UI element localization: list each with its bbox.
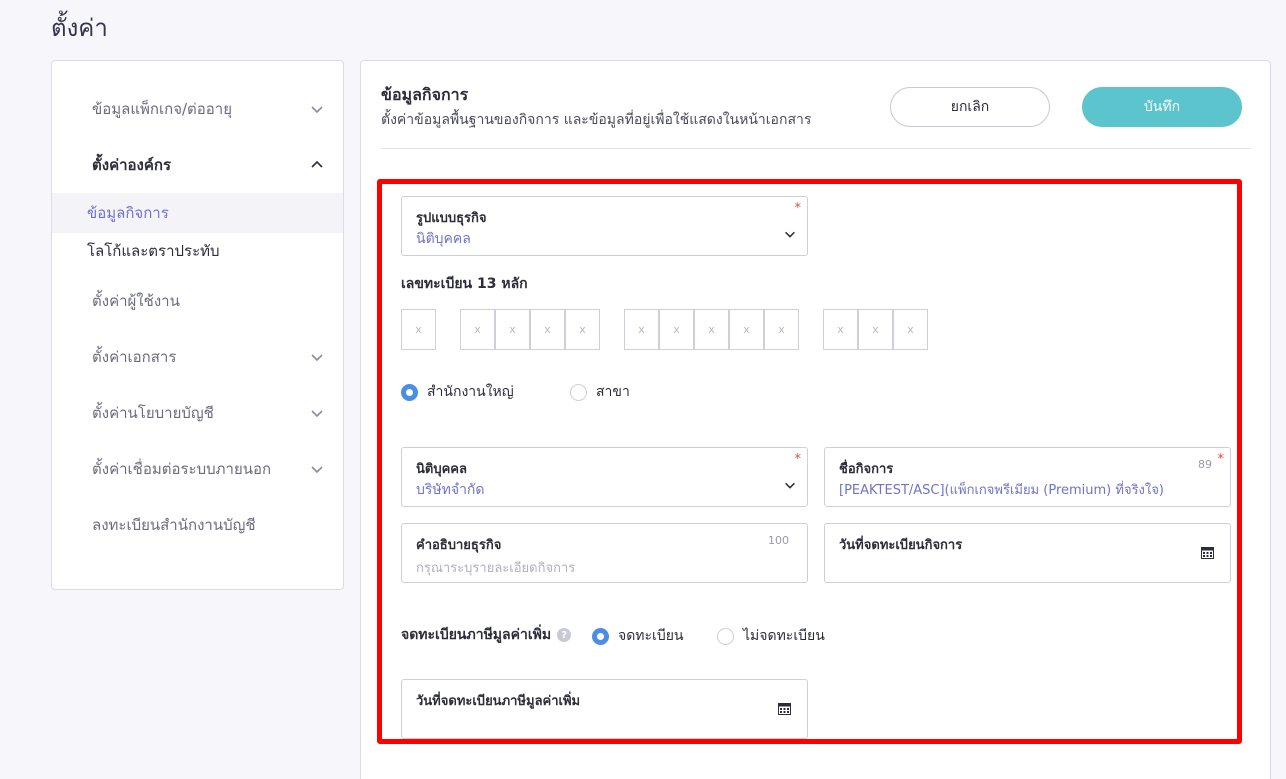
- sidebar-item-business-info[interactable]: ข้อมูลกิจการ: [52, 193, 343, 233]
- chevron-up-icon: [311, 160, 323, 168]
- registration-digit-1[interactable]: x: [401, 309, 436, 350]
- calendar-icon[interactable]: [778, 702, 791, 715]
- sidebar-item-integrations[interactable]: ตั้งค่าเชื่อมต่อระบบภายนอก: [52, 449, 343, 489]
- registration-digit-8[interactable]: x: [694, 309, 729, 350]
- sidebar-item-label: ตั้งค่าเชื่อมต่อระบบภายนอก: [92, 460, 272, 478]
- vat-label-text: จดทะเบียนภาษีมูลค่าเพิ่ม: [401, 627, 552, 643]
- field-placeholder: กรุณาระบุรายละเอียดกิจการ: [416, 561, 576, 576]
- entity-type-select[interactable]: นิติบุคคล * บริษัทจำกัด: [401, 447, 808, 507]
- registration-digit-9[interactable]: x: [729, 309, 764, 350]
- sidebar-item-accounting-policy[interactable]: ตั้งค่านโยบายบัญชี: [52, 393, 343, 433]
- required-mark: *: [794, 201, 802, 216]
- registration-digit-2[interactable]: x: [460, 309, 495, 350]
- radio-head-office[interactable]: สำนักงานใหญ่: [401, 381, 514, 403]
- cancel-button[interactable]: ยกเลิก: [890, 87, 1050, 127]
- registration-digit-5[interactable]: x: [565, 309, 600, 350]
- chevron-down-icon: [311, 354, 323, 362]
- sidebar-item-label: ตั้งค่าเอกสาร: [92, 348, 177, 366]
- radio-vat-registered[interactable]: จดทะเบียน: [592, 625, 684, 647]
- sidebar-item-accounting-office[interactable]: ลงทะเบียนสำนักงานบัญชี: [52, 505, 343, 545]
- registration-digit-11[interactable]: x: [823, 309, 858, 350]
- radio-label: สำนักงานใหญ่: [427, 384, 514, 400]
- registration-digit-10[interactable]: x: [764, 309, 799, 350]
- radio-off-icon: [717, 627, 734, 645]
- sidebar-item-users[interactable]: ตั้งค่าผู้ใช้งาน: [52, 281, 343, 321]
- sidebar-item-label: โลโก้และตราประทับ: [87, 242, 220, 260]
- section-title: ข้อมูลกิจการ: [381, 85, 469, 104]
- field-value: บริษัทจำกัด: [416, 482, 485, 498]
- registration-label: เลขทะเบียน 13 หลัก: [401, 276, 528, 292]
- radio-branch[interactable]: สาขา: [570, 381, 630, 403]
- sidebar-item-label: ข้อมูลแพ็กเกจ/ต่ออายุ: [92, 100, 233, 118]
- chevron-down-icon: [311, 466, 323, 474]
- business-type-select[interactable]: รูปแบบธุรกิจ * นิติบุคคล: [401, 196, 808, 256]
- chevron-down-icon: [311, 410, 323, 418]
- char-count: 100: [768, 534, 789, 547]
- char-count: 89: [1198, 458, 1212, 471]
- sidebar-item-label: ลงทะเบียนสำนักงานบัญชี: [92, 516, 256, 534]
- field-label: ชื่อกิจการ: [839, 462, 894, 477]
- save-button[interactable]: บันทึก: [1082, 87, 1242, 127]
- registration-digit-4[interactable]: x: [530, 309, 565, 350]
- page-title: ตั้งค่า: [51, 14, 108, 42]
- business-name-input[interactable]: ชื่อกิจการ 89 * [PEAKTEST/ASC](แพ็กเกจพร…: [824, 447, 1231, 507]
- radio-on-icon: [592, 627, 609, 645]
- required-mark: *: [794, 452, 802, 467]
- sidebar-item-organization[interactable]: ตั้งค่าองค์กร: [52, 145, 343, 185]
- field-label: วันที่จดทะเบียนกิจการ: [839, 538, 963, 553]
- chevron-down-icon: [785, 231, 795, 238]
- section-subtitle: ตั้งค่าข้อมูลพื้นฐานของกิจการ และข้อมูลท…: [381, 112, 812, 128]
- radio-on-icon: [401, 383, 418, 401]
- field-label: รูปแบบธุรกิจ: [416, 211, 487, 226]
- registration-digit-6[interactable]: x: [624, 309, 659, 350]
- field-label: นิติบุคคล: [416, 462, 467, 477]
- business-description-input[interactable]: คำอธิบายธุรกิจ 100 กรุณาระบุรายละเอียดกิ…: [401, 523, 808, 583]
- help-icon[interactable]: ?: [557, 628, 572, 642]
- calendar-icon[interactable]: [1201, 546, 1214, 559]
- registration-digit-12[interactable]: x: [858, 309, 893, 350]
- divider: [381, 148, 1251, 149]
- registration-digit-7[interactable]: x: [659, 309, 694, 350]
- registration-digit-3[interactable]: x: [495, 309, 530, 350]
- sidebar-item-label: ข้อมูลกิจการ: [87, 204, 169, 222]
- chevron-down-icon: [311, 106, 323, 114]
- radio-off-icon: [570, 383, 587, 401]
- radio-label: จดทะเบียน: [618, 628, 684, 644]
- field-label: คำอธิบายธุรกิจ: [416, 538, 502, 553]
- sidebar-item-package[interactable]: ข้อมูลแพ็กเกจ/ต่ออายุ: [52, 89, 343, 129]
- field-value: นิติบุคคล: [416, 231, 471, 247]
- registration-digit-13[interactable]: x: [893, 309, 928, 350]
- vat-date-input[interactable]: วันที่จดทะเบียนภาษีมูลค่าเพิ่ม: [401, 679, 808, 739]
- sidebar-item-documents[interactable]: ตั้งค่าเอกสาร: [52, 337, 343, 377]
- vat-label: จดทะเบียนภาษีมูลค่าเพิ่ม ?: [401, 624, 572, 646]
- radio-vat-not-registered[interactable]: ไม่จดทะเบียน: [717, 625, 825, 647]
- field-value: [PEAKTEST/ASC](แพ็กเกจพรีเมียม (Premium)…: [839, 483, 1164, 498]
- required-mark: *: [1217, 452, 1225, 467]
- radio-label: สาขา: [596, 384, 630, 400]
- registered-date-input[interactable]: วันที่จดทะเบียนกิจการ: [824, 523, 1231, 583]
- sidebar-item-label: ตั้งค่าผู้ใช้งาน: [92, 292, 180, 310]
- settings-sidebar: ข้อมูลแพ็กเกจ/ต่ออายุ ตั้งค่าองค์กร ข้อม…: [51, 60, 344, 590]
- radio-label: ไม่จดทะเบียน: [743, 628, 825, 644]
- sidebar-item-logo-stamp[interactable]: โลโก้และตราประทับ: [52, 231, 343, 271]
- chevron-down-icon: [785, 482, 795, 489]
- field-label: วันที่จดทะเบียนภาษีมูลค่าเพิ่ม: [416, 694, 581, 709]
- business-info-panel: ข้อมูลกิจการ ตั้งค่าข้อมูลพื้นฐานของกิจก…: [360, 60, 1271, 779]
- sidebar-item-label: ตั้งค่านโยบายบัญชี: [92, 404, 214, 422]
- sidebar-item-label: ตั้งค่าองค์กร: [92, 156, 172, 174]
